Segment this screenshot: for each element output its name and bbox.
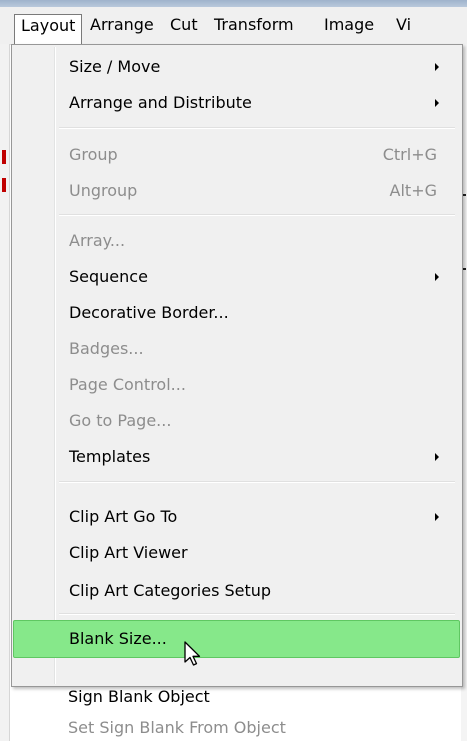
chevron-right-icon <box>435 273 439 281</box>
menu-item-label: Go to Page... <box>69 411 172 430</box>
menu-item-label: Clip Art Go To <box>69 507 178 526</box>
menu-item-label: Set Sign Blank From Object <box>68 718 286 737</box>
menu-item-page-control[interactable]: Page Control... <box>15 367 459 403</box>
menu-item-label: Size / Move <box>69 57 161 76</box>
menu-item-ungroup[interactable]: Ungroup Alt+G <box>15 173 459 209</box>
menu-item-array[interactable]: Array... <box>15 223 459 259</box>
menubar-arrange[interactable]: Arrange <box>84 14 160 38</box>
menubar-view[interactable]: Vi <box>390 14 417 38</box>
background-canvas-left <box>0 44 10 741</box>
menu-item-label: Templates <box>69 447 151 466</box>
menu-item-label: Page Control... <box>69 375 186 394</box>
menu-separator <box>59 481 455 483</box>
menu-item-sign-blank-object[interactable]: Sign Blank Object <box>14 679 458 715</box>
chevron-right-icon <box>435 63 439 71</box>
layout-dropdown-menu: Size / Move Arrange and Distribute Group… <box>11 44 463 687</box>
menu-item-label: Decorative Border... <box>69 303 229 322</box>
menu-item-clip-art-go-to[interactable]: Clip Art Go To <box>15 499 459 535</box>
menu-separator <box>59 127 455 129</box>
chevron-right-icon <box>435 453 439 461</box>
menu-item-shortcut: Alt+G <box>389 181 437 200</box>
menubar-cut[interactable]: Cut <box>164 14 204 38</box>
menu-item-decorative-border[interactable]: Decorative Border... <box>15 295 459 331</box>
window-top-edge <box>0 0 467 7</box>
background-marker <box>2 178 6 192</box>
menu-item-blank-size[interactable]: Blank Size... <box>13 620 460 658</box>
menu-item-shortcut: Ctrl+G <box>382 145 437 164</box>
menubar-layout[interactable]: Layout <box>14 14 83 44</box>
background-marker <box>2 150 6 164</box>
menu-bar: Layout Arrange Cut Transform Image Vi <box>0 7 467 45</box>
menu-item-label: Arrange and Distribute <box>69 93 252 112</box>
menu-item-label: Clip Art Viewer <box>69 543 188 562</box>
menu-item-size-move[interactable]: Size / Move <box>15 49 459 85</box>
menu-item-label: Sign Blank Object <box>68 687 210 706</box>
menu-item-label: Blank Size... <box>69 629 167 648</box>
chevron-right-icon <box>435 513 439 521</box>
menu-item-label: Group <box>69 145 118 164</box>
menu-item-go-to-page[interactable]: Go to Page... <box>15 403 459 439</box>
menubar-transform[interactable]: Transform <box>208 14 300 38</box>
menu-item-label: Sequence <box>69 267 148 286</box>
menu-separator <box>59 613 455 615</box>
menu-item-arrange-distribute[interactable]: Arrange and Distribute <box>15 85 459 121</box>
menu-item-label: Array... <box>69 231 126 250</box>
menu-item-clip-art-categories-setup[interactable]: Clip Art Categories Setup <box>15 573 459 609</box>
menubar-image[interactable]: Image <box>318 14 380 38</box>
mouse-pointer-icon <box>184 641 201 666</box>
menu-item-label: Clip Art Categories Setup <box>69 581 272 600</box>
chevron-right-icon <box>435 99 439 107</box>
menu-item-label: Badges... <box>69 339 144 358</box>
menu-item-group[interactable]: Group Ctrl+G <box>15 137 459 173</box>
menu-item-sequence[interactable]: Sequence <box>15 259 459 295</box>
menu-separator <box>59 214 455 216</box>
menu-item-label: Ungroup <box>69 181 138 200</box>
menu-item-clip-art-viewer[interactable]: Clip Art Viewer <box>15 535 459 571</box>
menu-item-set-sign-blank-from-object[interactable]: Set Sign Blank From Object <box>14 715 458 741</box>
menu-item-templates[interactable]: Templates <box>15 439 459 475</box>
menu-item-badges[interactable]: Badges... <box>15 331 459 367</box>
